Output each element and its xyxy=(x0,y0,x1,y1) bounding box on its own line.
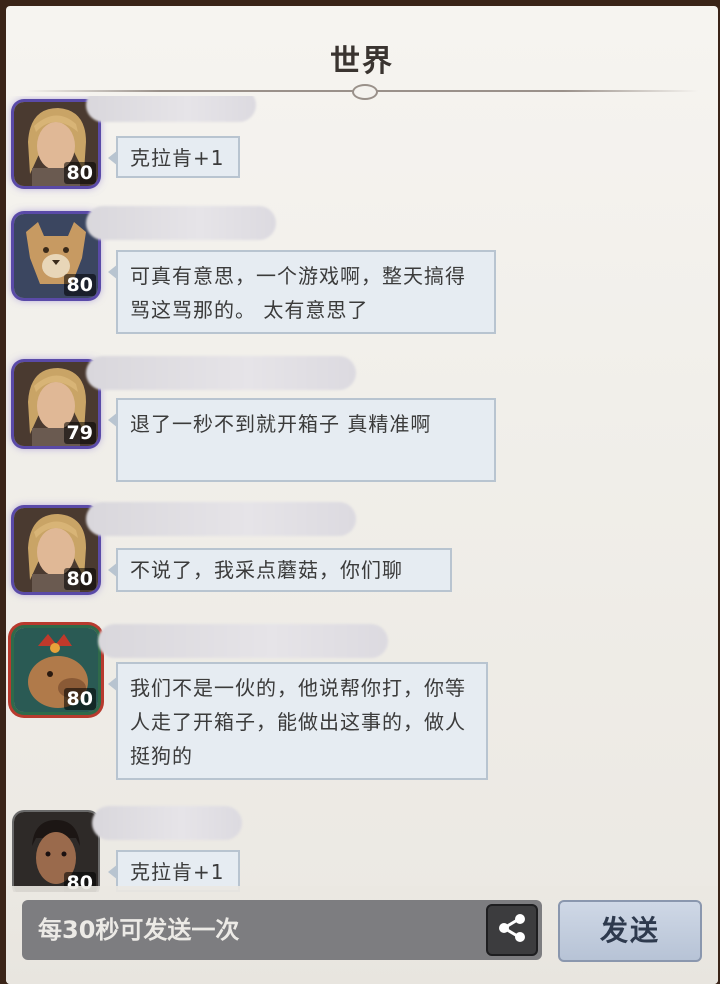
message-input[interactable]: 每30秒可发送一次 xyxy=(22,900,542,960)
world-chat-panel: 世界 80 克拉肯+1 80 可真有意思，一个游戏啊，整天搞得骂这骂那的。 太有… xyxy=(6,6,718,984)
message-bubble: 克拉肯+1 xyxy=(108,136,240,178)
username-redacted xyxy=(86,96,256,122)
share-icon xyxy=(495,911,529,949)
share-button[interactable] xyxy=(486,904,538,956)
chat-input-bar: 每30秒可发送一次 发送 xyxy=(6,886,718,984)
username-redacted xyxy=(86,502,356,536)
level-badge: 80 xyxy=(63,274,96,296)
username-redacted xyxy=(92,806,242,840)
level-badge: 80 xyxy=(63,568,96,590)
level-badge: 80 xyxy=(63,162,96,184)
message-bubble: 我们不是一伙的，他说帮你打，你等人走了开箱子，能做出这事的，做人挺狗的 xyxy=(108,662,488,780)
send-button[interactable]: 发送 xyxy=(558,900,702,962)
capybara-avatar[interactable]: 80 xyxy=(14,628,98,712)
message-bubble: 可真有意思，一个游戏啊，整天搞得骂这骂那的。 太有意思了 xyxy=(108,250,496,334)
blonde-man-avatar[interactable]: 80 xyxy=(14,102,98,186)
page-title: 世界 xyxy=(330,44,394,79)
message-bubble: 不说了，我采点蘑菇，你们聊 xyxy=(108,548,452,592)
level-badge: 80 xyxy=(63,688,96,710)
chat-feed[interactable]: 80 克拉肯+1 80 可真有意思，一个游戏啊，整天搞得骂这骂那的。 太有意思了 xyxy=(6,96,718,892)
dark-hair-man-avatar[interactable]: 80 xyxy=(14,812,98,892)
username-redacted xyxy=(86,206,276,240)
username-redacted xyxy=(98,624,388,658)
message-bubble: 退了一秒不到就开箱子 真精准啊 xyxy=(108,398,496,482)
username-redacted xyxy=(86,356,356,390)
level-badge: 79 xyxy=(63,422,96,444)
